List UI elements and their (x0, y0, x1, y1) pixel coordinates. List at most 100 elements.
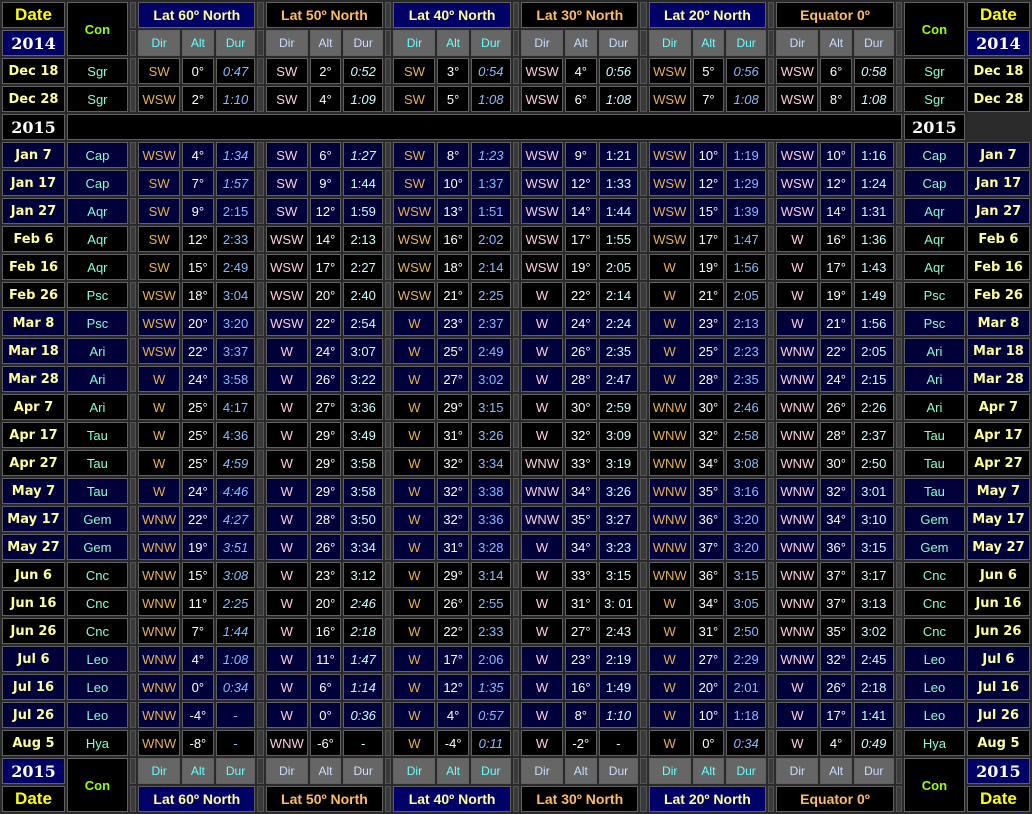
duration-cell: 3:02 (853, 618, 894, 644)
constellation-cell: Hya (66, 730, 128, 756)
direction-cell: W (393, 338, 436, 364)
altitude-cell: 18° (182, 282, 214, 308)
altitude-cell: 16° (565, 674, 597, 700)
duration-cell: 4:36 (215, 422, 256, 448)
altitude-cell: 10° (692, 142, 725, 168)
direction-cell: WNW (776, 338, 819, 364)
column-separator (895, 310, 902, 336)
duration-cell: 1:34 (215, 142, 256, 168)
duration-cell: 3:15 (598, 562, 639, 588)
top-subheader-row: 2014 Dir Alt Dur Dir Alt Dur Dir Alt Dur Dir Alt Dur… (2, 30, 1030, 56)
latitude-header: Equator 0º (776, 786, 894, 812)
altitude-cell: 28° (692, 366, 725, 392)
column-separator (512, 674, 520, 700)
column-separator (129, 730, 137, 756)
date-cell: Feb 16 (2, 254, 65, 280)
column-separator (385, 478, 392, 504)
column-separator (640, 618, 647, 644)
column-separator (512, 226, 520, 252)
duration-cell: 1:47 (726, 226, 767, 252)
direction-cell: WSW (521, 58, 564, 84)
column-separator (768, 198, 775, 224)
direction-cell: WNW (776, 478, 819, 504)
date-cell: Apr 27 (2, 450, 65, 476)
column-separator (129, 702, 137, 728)
column-separator (385, 506, 392, 532)
column-separator (640, 394, 647, 420)
direction-cell: WSW (393, 254, 436, 280)
altitude-cell: 3° (437, 58, 469, 84)
duration-cell: 3:15 (853, 534, 894, 560)
alt-column-header: Alt (820, 30, 852, 56)
direction-cell: WSW (648, 86, 691, 112)
altitude-cell: 32° (437, 478, 469, 504)
duration-cell: 1:08 (215, 646, 256, 672)
column-separator (895, 618, 902, 644)
column-separator (768, 422, 775, 448)
altitude-cell: 29° (309, 478, 342, 504)
date-cell: Mar 8 (966, 310, 1030, 336)
column-separator (257, 450, 264, 476)
duration-cell: 2:47 (598, 366, 639, 392)
column-separator (512, 534, 520, 560)
duration-cell: 2:13 (343, 226, 384, 252)
altitude-cell: 15° (692, 198, 725, 224)
column-separator (895, 86, 902, 112)
dir-column-header: Dir (393, 30, 436, 56)
column-separator (385, 646, 392, 672)
column-separator (895, 142, 902, 168)
column-separator (640, 366, 647, 392)
column-separator (129, 758, 137, 784)
direction-cell: WNW (776, 646, 819, 672)
duration-cell: 1:08 (470, 86, 511, 112)
latitude-header: Lat 20º North (648, 2, 767, 28)
column-separator (385, 310, 392, 336)
constellation-cell: Cnc (903, 590, 965, 616)
column-separator (895, 170, 902, 196)
column-separator (385, 254, 392, 280)
altitude-cell: 27° (309, 394, 342, 420)
altitude-cell: 19° (820, 282, 852, 308)
duration-cell: 0:49 (853, 730, 894, 756)
direction-cell: WNW (138, 534, 181, 560)
duration-cell: 2:59 (598, 394, 639, 420)
date-cell: May 7 (966, 478, 1030, 504)
altitude-cell: -4° (437, 730, 469, 756)
direction-cell: W (393, 730, 436, 756)
column-separator (895, 562, 902, 588)
column-separator (385, 58, 392, 84)
direction-cell: SW (265, 198, 308, 224)
alt-column-header: Alt (437, 758, 469, 784)
column-separator (257, 702, 264, 728)
duration-cell: 2:37 (470, 310, 511, 336)
altitude-cell: 22° (565, 282, 597, 308)
column-separator (895, 30, 902, 56)
duration-cell: 1:10 (598, 702, 639, 728)
altitude-cell: 22° (182, 338, 214, 364)
duration-cell: 3:34 (343, 534, 384, 560)
column-separator (257, 758, 264, 784)
altitude-cell: 26° (309, 534, 342, 560)
date-cell: May 27 (966, 534, 1030, 560)
date-cell: Dec 18 (966, 58, 1030, 84)
bottom-header-row: 2015 Con Dir Alt Dur Dir Alt Dur Dir Alt Dur Dir Alt… (2, 758, 1030, 812)
column-separator (129, 2, 137, 28)
column-separator (768, 58, 775, 84)
duration-cell: 1:49 (853, 282, 894, 308)
direction-cell: W (265, 590, 308, 616)
direction-cell: WNW (521, 506, 564, 532)
column-separator (640, 198, 647, 224)
direction-cell: WNW (648, 534, 691, 560)
column-separator (385, 30, 392, 56)
bottom-subheader-row: Date Lat 60º North Lat 50º North Lat 40º No… (2, 786, 1030, 812)
column-separator (512, 282, 520, 308)
column-separator (768, 786, 775, 812)
column-separator (257, 30, 264, 56)
table-row: Feb 6 Aqr SW 12° 2:33 WSW 14° 2:13 WSW 16° 2:02 WSW… (2, 226, 1030, 252)
latitude-header: Lat 50º North (265, 2, 384, 28)
direction-cell: WSW (776, 86, 819, 112)
column-separator (512, 30, 520, 56)
column-separator (640, 422, 647, 448)
year-label: 2014 (966, 30, 1030, 56)
altitude-cell: 5° (437, 86, 469, 112)
